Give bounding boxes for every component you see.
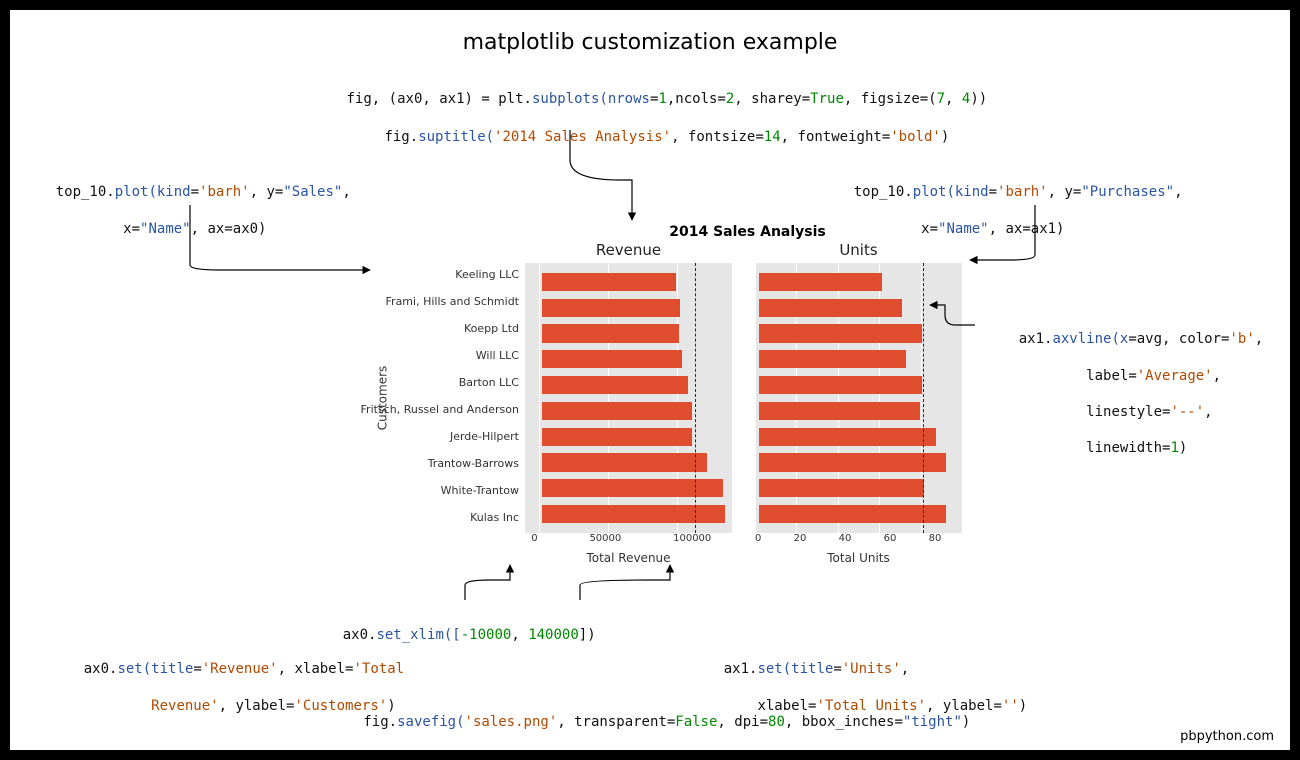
ytick-label: Trantow-Barrows	[428, 457, 525, 470]
ytick-label: Jerde-Hilpert	[450, 430, 525, 443]
bar	[542, 428, 692, 446]
bar	[759, 350, 906, 368]
page: matplotlib customization example fig, (a…	[10, 10, 1290, 750]
bar	[542, 453, 707, 471]
bar-row	[759, 269, 958, 295]
ytick-label: Fritsch, Russel and Anderson	[361, 403, 525, 416]
bar	[542, 376, 688, 394]
xtick: 0	[531, 533, 537, 553]
xtick: 40	[839, 533, 852, 553]
bar	[542, 350, 681, 368]
bar-row	[759, 450, 958, 476]
avg-line-units	[923, 263, 924, 533]
bars-revenue	[529, 269, 728, 527]
y-axis-label: Customers	[375, 366, 389, 431]
page-title: matplotlib customization example	[40, 30, 1260, 55]
bar	[542, 402, 692, 420]
xtick: 100000	[673, 533, 711, 553]
bar-row	[529, 346, 728, 372]
bar	[759, 428, 936, 446]
code-suptitle: fig.suptitle('2014 Sales Analysis', font…	[351, 110, 950, 165]
bar-row	[529, 295, 728, 321]
bar	[759, 299, 902, 317]
xlabel-revenue: Total Revenue	[525, 551, 732, 565]
bar	[759, 273, 882, 291]
bar	[542, 273, 676, 291]
bar-row	[759, 295, 958, 321]
bar	[759, 324, 922, 342]
bar	[759, 402, 920, 420]
xticks-units: 0 20 40 60 80	[755, 533, 962, 553]
subplot-revenue-title: Revenue	[525, 241, 732, 259]
credit-label: pbpython.com	[1180, 729, 1274, 744]
xtick: 20	[794, 533, 807, 553]
subplot-units: Units 0 20 40 60 80 Total Units	[755, 263, 962, 533]
ytick-label: Koepp Ltd	[464, 322, 525, 335]
xlabel-units: Total Units	[755, 551, 962, 565]
bar-row	[529, 475, 728, 501]
bar	[759, 505, 946, 523]
bar-row	[529, 321, 728, 347]
bars-units	[759, 269, 958, 527]
code-axvline: ax1.axvline(x=avg, color='b', label='Ave…	[985, 312, 1263, 476]
ytick-label: Keeling LLC	[455, 268, 525, 281]
code-savefig: fig.savefig('sales.png', transparent=Fal…	[330, 695, 971, 750]
chart-suptitle: 2014 Sales Analysis	[669, 224, 826, 240]
avg-line-revenue	[695, 263, 696, 533]
bar-row	[759, 475, 958, 501]
ytick-label: Will LLC	[476, 349, 525, 362]
xtick: 0	[755, 533, 761, 553]
bar-row	[529, 372, 728, 398]
bar-row	[529, 398, 728, 424]
bar-row	[759, 372, 958, 398]
bar-row	[759, 501, 958, 527]
bar-row	[529, 450, 728, 476]
bar	[542, 299, 680, 317]
xticks-revenue: 0 50000 100000	[525, 533, 732, 553]
xtick: 80	[929, 533, 942, 553]
bar-row	[529, 501, 728, 527]
bar	[542, 505, 725, 523]
code-plot-left: top_10.plot(kind='barh', y="Sales", x="N…	[22, 165, 351, 256]
bar-row	[759, 346, 958, 372]
xtick: 60	[884, 533, 897, 553]
bar	[542, 324, 679, 342]
ytick-label: Kulas Inc	[470, 511, 525, 524]
subplot-units-title: Units	[755, 241, 962, 259]
bar-row	[759, 321, 958, 347]
bar	[759, 479, 924, 497]
bar-row	[759, 398, 958, 424]
bar-row	[759, 424, 958, 450]
xtick: 50000	[589, 533, 621, 553]
ytick-label: White-Trantow	[441, 484, 525, 497]
bar	[759, 453, 946, 471]
chart-area: 2014 Sales Analysis Revenue Customers 0 …	[525, 243, 970, 583]
bar-row	[529, 269, 728, 295]
subplot-revenue: Revenue Customers 0 50000 100000 Total R…	[525, 263, 732, 533]
bar	[759, 376, 922, 394]
ytick-label: Frami, Hills and Schmidt	[386, 295, 525, 308]
bar-row	[529, 424, 728, 450]
ytick-label: Barton LLC	[459, 376, 525, 389]
